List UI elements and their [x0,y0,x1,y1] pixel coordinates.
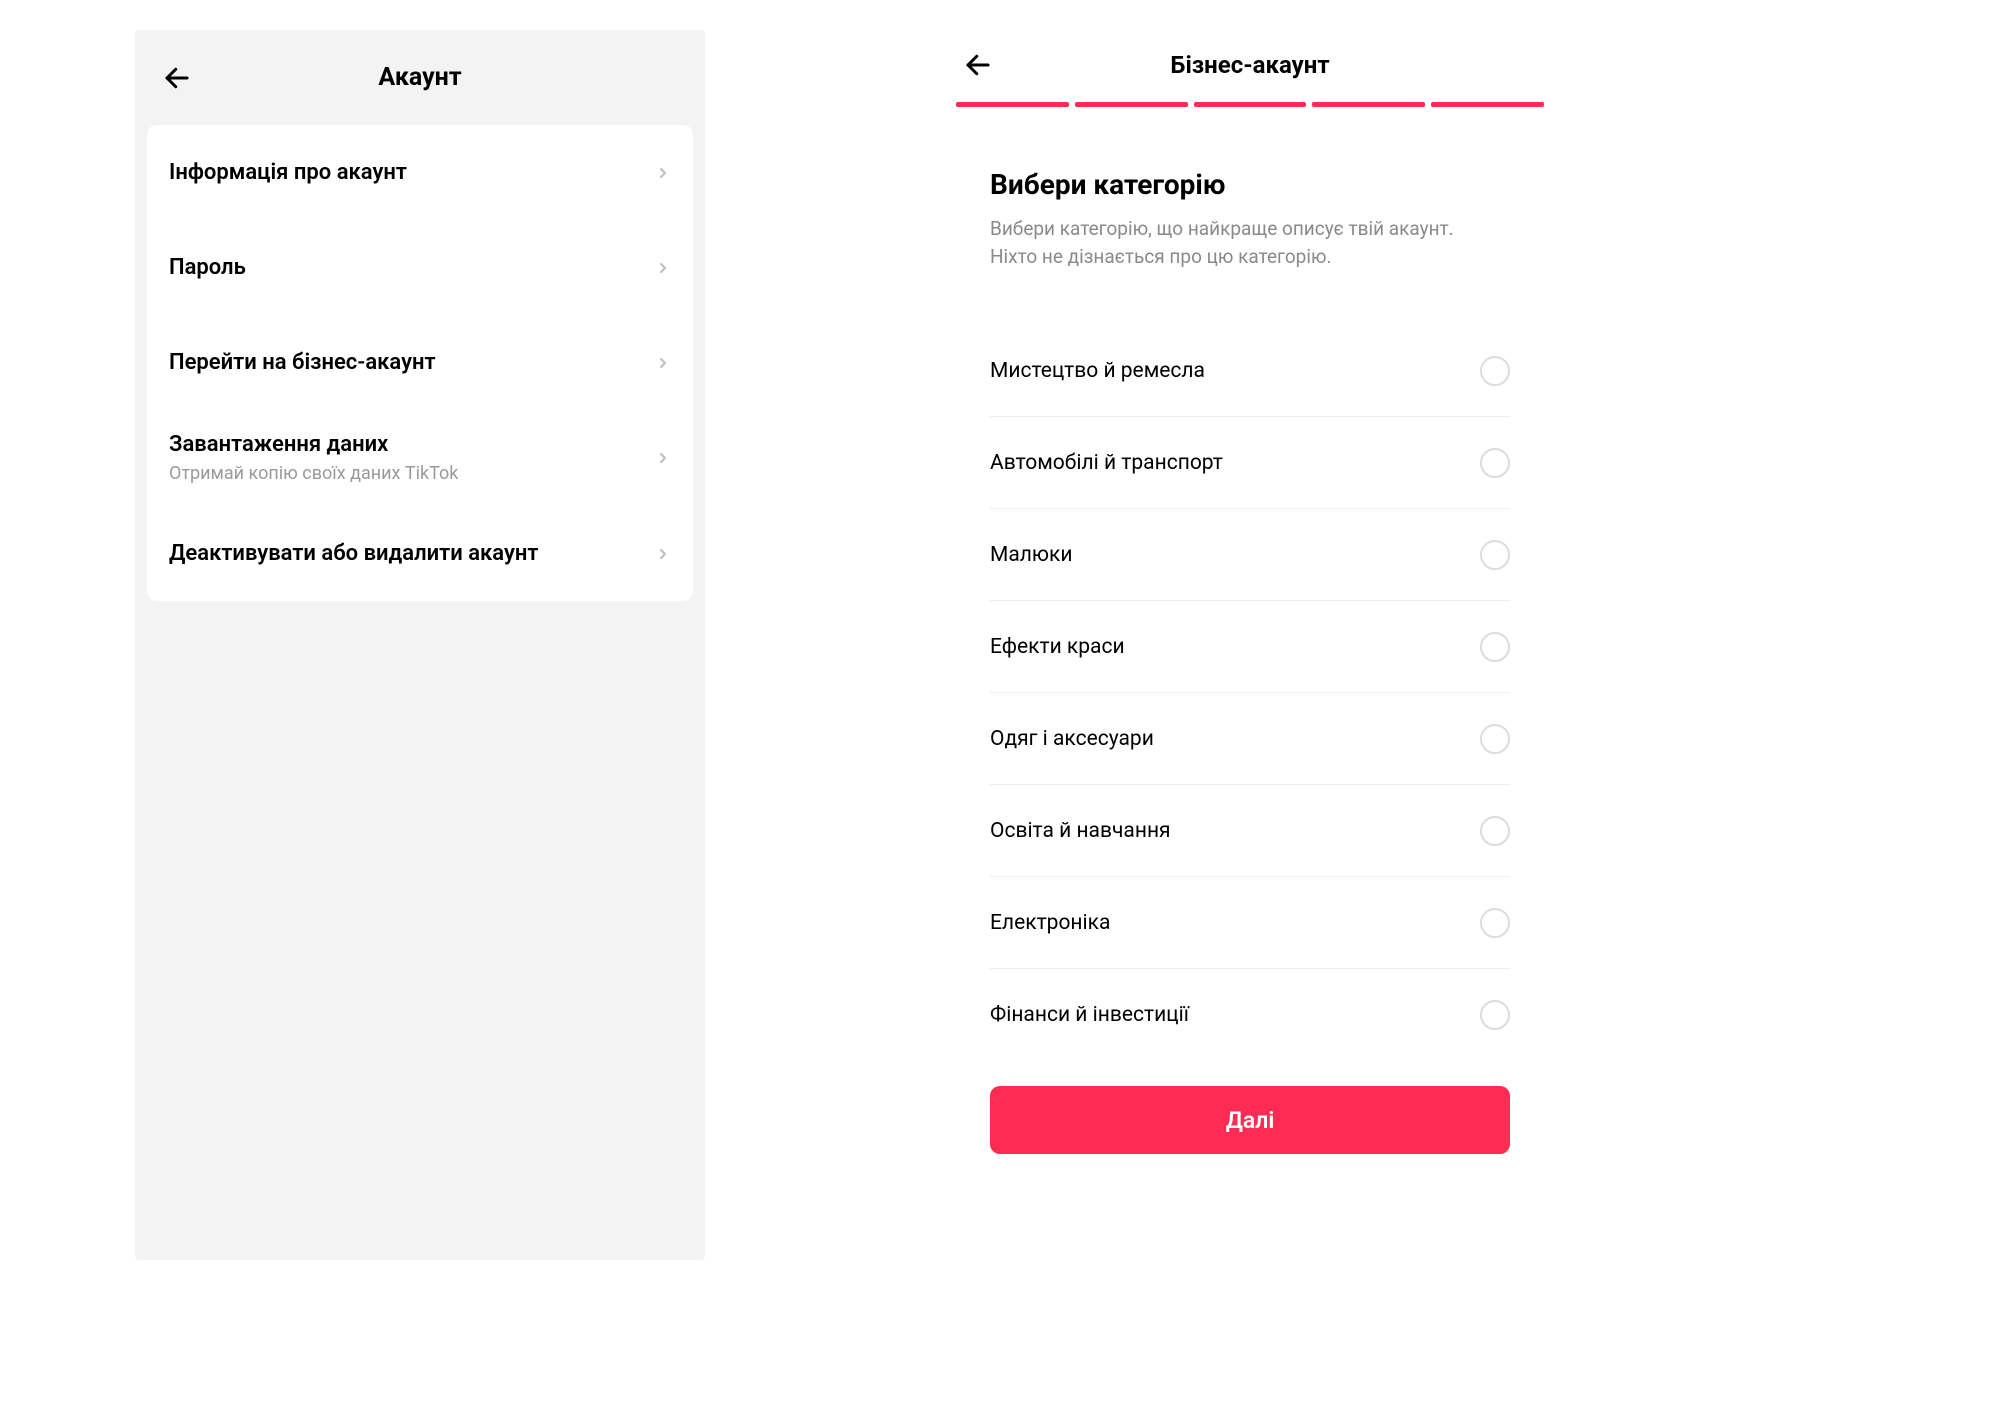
category-option-education[interactable]: Освіта й навчання [990,785,1510,877]
category-option-art[interactable]: Мистецтво й ремесла [990,325,1510,417]
category-label: Освіта й навчання [990,819,1171,843]
account-menu-card: Інформація про акаунт Пароль Перейти на … [147,125,693,601]
account-settings-screen: Акаунт Інформація про акаунт Пароль Пере… [135,30,705,1260]
radio-unchecked-icon [1480,1000,1510,1030]
category-label: Одяг і аксесуари [990,727,1154,751]
menu-item-sublabel: Отримай копію своїх даних TikTok [169,463,458,484]
category-label: Мистецтво й ремесла [990,359,1205,383]
menu-item-label: Деактивувати або видалити акаунт [169,541,538,566]
radio-unchecked-icon [1480,356,1510,386]
chevron-right-icon [655,260,671,276]
progress-segment [1075,102,1188,107]
category-label: Електроніка [990,911,1110,935]
category-option-clothing[interactable]: Одяг і аксесуари [990,693,1510,785]
radio-unchecked-icon [1480,448,1510,478]
arrow-left-icon [963,50,993,80]
progress-segment [956,102,1069,107]
menu-item-download-data[interactable]: Завантаження даних Отримай копію своїх д… [169,410,671,506]
choose-category-heading: Вибери категорію [990,168,1510,201]
chevron-right-icon [655,355,671,371]
menu-item-switch-business[interactable]: Перейти на бізнес-акаунт [169,315,671,410]
menu-item-label: Перейти на бізнес-акаунт [169,350,436,375]
category-label: Ефекти краси [990,635,1125,659]
category-list: Мистецтво й ремесла Автомобілі й транспо… [990,325,1510,1061]
chevron-right-icon [655,546,671,562]
menu-item-label: Завантаження даних [169,432,458,457]
menu-item-account-info[interactable]: Інформація про акаунт [169,125,671,220]
category-option-finance[interactable]: Фінанси й інвестиції [990,969,1510,1061]
menu-item-label: Інформація про акаунт [169,160,407,185]
category-label: Автомобілі й транспорт [990,451,1223,475]
business-title: Бізнес-акаунт [1170,51,1329,79]
menu-item-label: Пароль [169,255,246,280]
business-body: Вибери категорію Вибери категорію, що на… [950,108,1550,1061]
progress-bar [950,100,1550,108]
menu-item-password[interactable]: Пароль [169,220,671,315]
account-header: Акаунт [135,30,705,125]
radio-unchecked-icon [1480,540,1510,570]
back-button[interactable] [157,58,197,98]
category-label: Фінанси й інвестиції [990,1003,1189,1027]
radio-unchecked-icon [1480,908,1510,938]
category-label: Малюки [990,543,1073,567]
next-button[interactable]: Далі [990,1086,1510,1154]
progress-segment [1194,102,1307,107]
progress-segment [1431,102,1544,107]
account-title: Акаунт [378,63,461,92]
chevron-right-icon [655,450,671,466]
progress-segment [1312,102,1425,107]
category-option-beauty[interactable]: Ефекти краси [990,601,1510,693]
arrow-left-icon [162,63,192,93]
radio-unchecked-icon [1480,816,1510,846]
radio-unchecked-icon [1480,724,1510,754]
back-button[interactable] [958,45,998,85]
category-option-electronics[interactable]: Електроніка [990,877,1510,969]
business-account-screen: Бізнес-акаунт Вибери категорію Вибери ка… [950,30,1550,1320]
category-option-baby[interactable]: Малюки [990,509,1510,601]
category-option-auto[interactable]: Автомобілі й транспорт [990,417,1510,509]
next-button-label: Далі [1226,1107,1275,1134]
business-header: Бізнес-акаунт [950,30,1550,100]
radio-unchecked-icon [1480,632,1510,662]
chevron-right-icon [655,165,671,181]
menu-item-deactivate[interactable]: Деактивувати або видалити акаунт [169,506,671,601]
choose-category-description: Вибери категорію, що найкраще описує тві… [990,215,1470,270]
